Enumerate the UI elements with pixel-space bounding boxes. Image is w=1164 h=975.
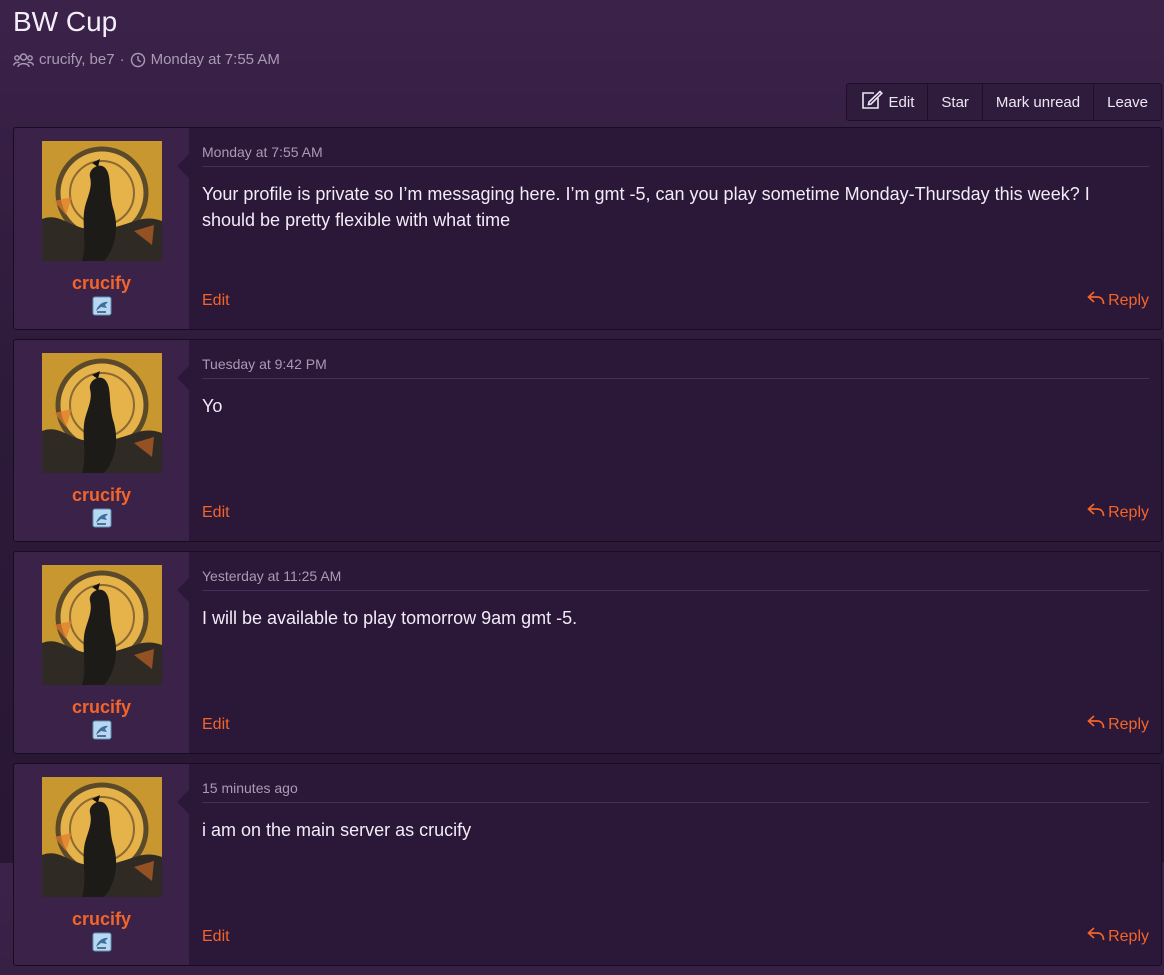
username[interactable]: crucify	[72, 697, 131, 717]
mark-unread-button[interactable]: Mark unread	[981, 84, 1093, 120]
message-time[interactable]: Yesterday at 11:25 AM	[202, 567, 1149, 591]
username[interactable]: crucify	[72, 273, 131, 293]
message-time[interactable]: Tuesday at 9:42 PM	[202, 355, 1149, 379]
message-body: Tuesday at 9:42 PM Yo Edit Reply	[177, 340, 1161, 541]
clock-icon	[130, 52, 146, 68]
reply-icon	[1087, 290, 1105, 311]
conversation-meta: crucify, be7 · Monday at 7:55 AM	[13, 50, 280, 70]
message-actions: Edit Reply	[202, 290, 1149, 311]
username[interactable]: crucify	[72, 485, 131, 505]
star-button[interactable]: Star	[927, 84, 982, 120]
rank-badge-icon	[92, 932, 112, 952]
conversation-start-time: Monday at 7:55 AM	[150, 51, 280, 68]
message-text: i am on the main server as crucify	[202, 820, 472, 840]
message-user-panel: crucify	[14, 764, 189, 965]
reply-icon	[1087, 926, 1105, 947]
users-icon	[13, 52, 34, 68]
message-list: crucify Monday at 7:55 AM Your profile i…	[13, 127, 1162, 975]
reply-button[interactable]: Reply	[1087, 502, 1149, 523]
reply-label: Reply	[1108, 503, 1149, 521]
message-body: 15 minutes ago i am on the main server a…	[177, 764, 1161, 965]
avatar[interactable]	[41, 141, 162, 261]
reply-icon	[1087, 714, 1105, 735]
reply-button[interactable]: Reply	[1087, 290, 1149, 311]
reply-label: Reply	[1108, 715, 1149, 733]
reply-button[interactable]: Reply	[1087, 714, 1149, 735]
message: crucify Yesterday at 11:25 AM I will be …	[13, 551, 1162, 754]
edit-button-label: Edit	[888, 93, 915, 111]
message-user-panel: crucify	[14, 340, 189, 541]
avatar[interactable]	[41, 777, 162, 897]
leave-button[interactable]: Leave	[1093, 84, 1161, 120]
message-actions: Edit Reply	[202, 714, 1149, 735]
message-actions: Edit Reply	[202, 926, 1149, 947]
message-text: Your profile is private so I’m messaging…	[202, 184, 1090, 230]
reply-label: Reply	[1108, 927, 1149, 945]
edit-button[interactable]: Edit	[847, 84, 928, 120]
message-time[interactable]: Monday at 7:55 AM	[202, 143, 1149, 167]
message: crucify Monday at 7:55 AM Your profile i…	[13, 127, 1162, 330]
edit-message-link[interactable]: Edit	[202, 928, 230, 946]
reply-label: Reply	[1108, 291, 1149, 309]
meta-separator: ·	[119, 51, 125, 68]
message-time[interactable]: 15 minutes ago	[202, 779, 1149, 803]
conversation-toolbar: Edit Star Mark unread Leave	[845, 83, 1162, 121]
rank-badge-icon	[92, 296, 112, 316]
participants-list[interactable]: crucify, be7	[39, 50, 115, 70]
message-text: I will be available to play tomorrow 9am…	[202, 608, 578, 628]
page-title: BW Cup	[13, 6, 118, 37]
rank-badge-icon	[92, 720, 112, 740]
message-body: Yesterday at 11:25 AM I will be availabl…	[177, 552, 1161, 753]
avatar[interactable]	[41, 565, 162, 685]
reply-button[interactable]: Reply	[1087, 926, 1149, 947]
message-text: Yo	[202, 396, 223, 416]
message: crucify Tuesday at 9:42 PM Yo Edit Reply	[13, 339, 1162, 542]
message-user-panel: crucify	[14, 128, 189, 329]
edit-icon	[860, 90, 883, 114]
message-actions: Edit Reply	[202, 502, 1149, 523]
username[interactable]: crucify	[72, 909, 131, 929]
message-user-panel: crucify	[14, 552, 189, 753]
rank-badge-icon	[92, 508, 112, 528]
edit-message-link[interactable]: Edit	[202, 292, 230, 310]
message: crucify 15 minutes ago i am on the main …	[13, 763, 1162, 966]
avatar[interactable]	[41, 353, 162, 473]
message-body: Monday at 7:55 AM Your profile is privat…	[177, 128, 1161, 329]
edit-message-link[interactable]: Edit	[202, 716, 230, 734]
edit-message-link[interactable]: Edit	[202, 504, 230, 522]
reply-icon	[1087, 502, 1105, 523]
